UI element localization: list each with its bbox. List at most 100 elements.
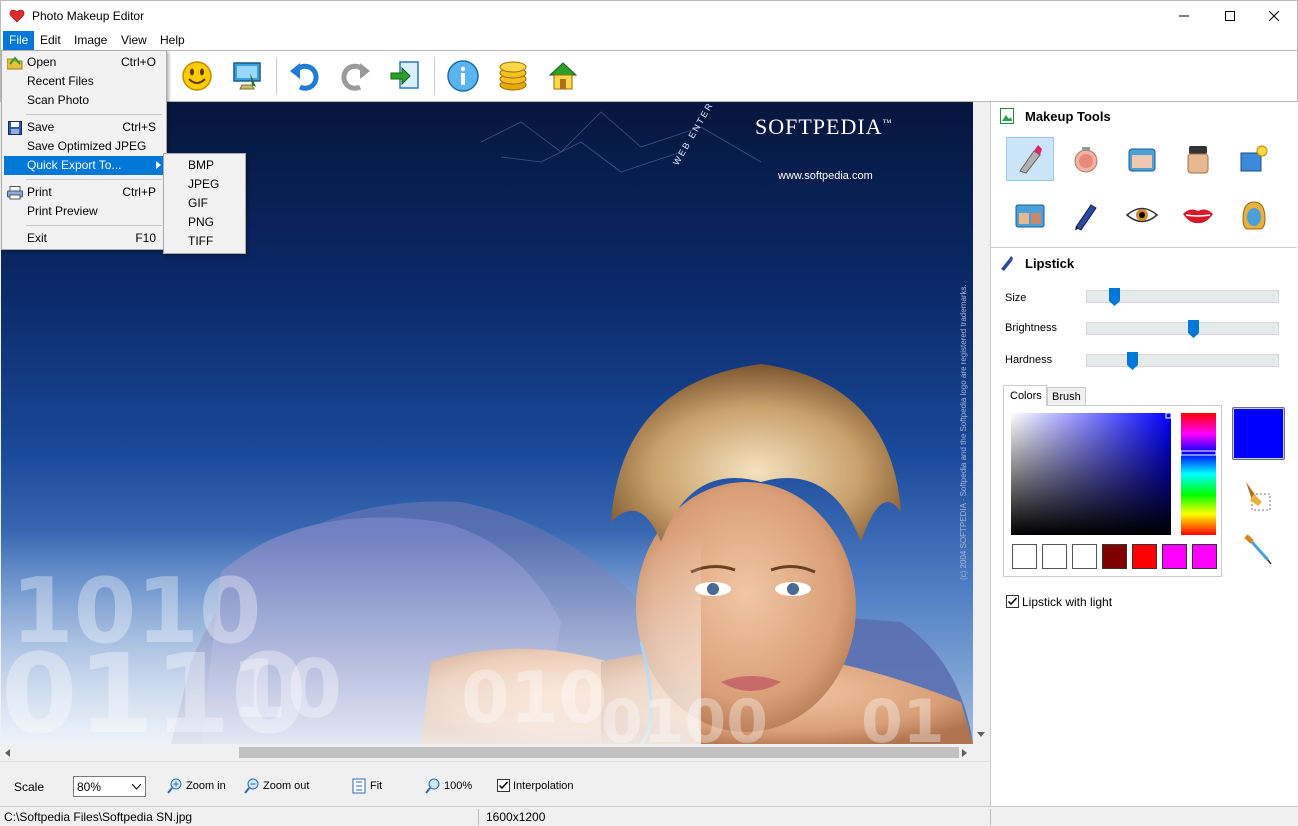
scale-select[interactable]: 80% xyxy=(73,776,146,797)
status-divider xyxy=(990,809,991,825)
undo-icon xyxy=(290,63,319,91)
menu-print-preview[interactable]: Print Preview xyxy=(4,202,164,221)
import-button[interactable] xyxy=(385,56,425,96)
maximize-icon xyxy=(1225,11,1235,21)
menu-quick-export[interactable]: Quick Export To... xyxy=(4,156,164,175)
brightness-slider[interactable] xyxy=(1086,320,1279,338)
background-tool[interactable] xyxy=(1230,137,1278,181)
menu-bar: File Edit Image View Help xyxy=(0,30,1298,50)
maximize-button[interactable] xyxy=(1207,1,1253,31)
minimize-icon xyxy=(1179,15,1189,17)
menu-view[interactable]: View xyxy=(115,31,153,50)
menu-open[interactable]: Open Ctrl+O xyxy=(4,53,164,72)
color-field[interactable] xyxy=(1011,413,1171,535)
menu-edit[interactable]: Edit xyxy=(34,31,67,50)
lips-tool[interactable] xyxy=(1174,193,1222,237)
fit-icon xyxy=(352,778,366,794)
vertical-scrollbar[interactable] xyxy=(973,102,989,744)
color-swatch[interactable] xyxy=(1132,544,1157,569)
undo-button[interactable] xyxy=(285,56,325,96)
picture-icon xyxy=(1000,108,1014,124)
monitor-button[interactable] xyxy=(227,56,267,96)
current-color[interactable] xyxy=(1232,407,1285,460)
export-gif[interactable]: GIF xyxy=(188,194,208,213)
hair-tool[interactable] xyxy=(1230,193,1278,237)
hardness-slider[interactable] xyxy=(1086,352,1279,370)
eye-pencil-tool[interactable] xyxy=(1062,193,1110,237)
blush-tool[interactable] xyxy=(1062,137,1110,181)
menu-scan-photo[interactable]: Scan Photo xyxy=(4,91,164,110)
menu-help[interactable]: Help xyxy=(154,31,191,50)
powder-tool[interactable] xyxy=(1118,137,1166,181)
smiley-button[interactable] xyxy=(177,56,217,96)
eyeshadow-tool[interactable] xyxy=(1006,193,1054,237)
export-submenu: BMP JPEG GIF PNG TIFF xyxy=(163,153,246,254)
redo-icon xyxy=(341,63,370,91)
zoom-bar: Scale 80% Zoom in Zoom out Fit 100% Inte… xyxy=(0,761,990,806)
color-swatch[interactable] xyxy=(1162,544,1187,569)
trademark-symbol: ™ xyxy=(882,117,893,128)
lips-icon xyxy=(1183,209,1213,224)
lipstick-header: Lipstick xyxy=(991,249,1297,277)
paint-brush-icon xyxy=(1246,482,1271,511)
save-disk-icon xyxy=(8,121,22,135)
eye-tool[interactable] xyxy=(1118,193,1166,237)
tab-colors[interactable]: Colors xyxy=(1003,385,1047,406)
copyright-text: (c) 2004 SOFTPEDIA · Softpedia and the S… xyxy=(959,284,968,580)
color-swatch[interactable] xyxy=(1072,544,1097,569)
hardness-label: Hardness xyxy=(1005,354,1053,366)
size-slider-thumb[interactable] xyxy=(1109,288,1120,306)
menu-separator xyxy=(26,225,162,226)
colors-tab-panel xyxy=(1003,405,1222,577)
checkbox-checked-icon xyxy=(1006,595,1019,608)
color-swatch[interactable] xyxy=(1042,544,1067,569)
horizontal-scrollbar[interactable] xyxy=(1,744,973,761)
eyedropper-icon xyxy=(1244,534,1272,565)
brightness-slider-thumb[interactable] xyxy=(1188,320,1199,338)
brightness-label: Brightness xyxy=(1005,322,1057,334)
menu-save-optimized-jpeg[interactable]: Save Optimized JPEG xyxy=(4,137,164,156)
eye-pencil-icon xyxy=(1075,204,1097,231)
window-title: Photo Makeup Editor xyxy=(32,9,145,23)
horizontal-scroll-thumb[interactable] xyxy=(239,747,959,758)
actual-size-icon xyxy=(425,778,440,794)
menu-save[interactable]: Save Ctrl+S xyxy=(4,118,164,137)
color-swatch[interactable] xyxy=(1012,544,1037,569)
lipstick-tool[interactable] xyxy=(1006,137,1054,181)
hardness-slider-thumb[interactable] xyxy=(1127,352,1138,370)
export-tiff[interactable]: TIFF xyxy=(188,232,213,251)
export-jpeg[interactable]: JPEG xyxy=(188,175,219,194)
menu-exit[interactable]: Exit F10 xyxy=(4,229,164,248)
export-png[interactable]: PNG xyxy=(188,213,214,232)
close-button[interactable] xyxy=(1251,1,1297,31)
monitor-icon xyxy=(233,62,261,90)
paint-bucket-button[interactable] xyxy=(1242,478,1274,512)
makeup-panel: Makeup Tools Lipstick Size Brightness Ha… xyxy=(990,102,1298,806)
info-button[interactable] xyxy=(443,56,483,96)
menu-image[interactable]: Image xyxy=(68,31,113,50)
tab-brush[interactable]: Brush xyxy=(1047,387,1086,406)
menu-print[interactable]: Print Ctrl+P xyxy=(4,183,164,202)
file-menu-dropdown: Open Ctrl+O Recent Files Scan Photo Save C… xyxy=(1,50,167,250)
home-button[interactable] xyxy=(543,56,583,96)
coins-button[interactable] xyxy=(493,56,533,96)
status-file-path: C:\Softpedia Files\Softpedia SN.jpg xyxy=(4,810,193,824)
scale-label: Scale xyxy=(14,780,45,794)
eyedropper-button[interactable] xyxy=(1242,532,1274,566)
eyeshadow-palette-icon xyxy=(1015,204,1045,228)
size-slider[interactable] xyxy=(1086,288,1279,306)
menu-file[interactable]: File xyxy=(3,31,35,50)
coins-icon xyxy=(499,61,527,91)
import-icon xyxy=(390,61,419,89)
hue-slider[interactable] xyxy=(1181,413,1216,535)
minimize-button[interactable] xyxy=(1161,1,1207,31)
lipstick-light-checkbox[interactable]: Lipstick with light xyxy=(1006,594,1206,610)
redo-button[interactable] xyxy=(335,56,375,96)
color-swatch[interactable] xyxy=(1192,544,1217,569)
hair-icon xyxy=(1242,201,1266,230)
color-swatch[interactable] xyxy=(1102,544,1127,569)
export-bmp[interactable]: BMP xyxy=(188,156,214,175)
blush-icon xyxy=(1074,147,1098,173)
menu-recent-files[interactable]: Recent Files xyxy=(4,72,164,91)
foundation-tool[interactable] xyxy=(1174,137,1222,181)
